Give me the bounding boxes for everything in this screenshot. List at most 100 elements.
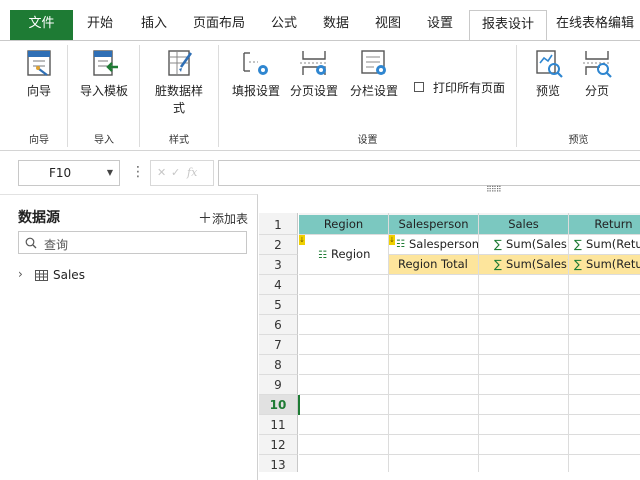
list-field-icon: ☷ [318,250,327,261]
paging-preview-label: 分页 [584,84,609,98]
search-input[interactable]: 查询 [18,231,247,254]
tab-report-design[interactable]: 报表设计 [469,10,547,41]
cancel-icon[interactable]: ✕ [157,166,166,179]
row-header-2[interactable]: 2 [259,235,298,255]
preview-label: 预览 [535,84,560,98]
chevron-right-icon[interactable]: › [18,267,23,281]
row-header-8[interactable]: 8 [259,355,298,375]
wizard-label: 向导 [26,84,51,98]
function-icon[interactable]: fx [187,166,197,179]
cell-d2-text: Sum(Return) [586,237,640,251]
cell-c3-text: Sum(Sales) [506,257,569,271]
spreadsheet-app: 文件 开始 插入 页面布局 公式 数据 视图 设置 报表设计 在线表格编辑 向导… [0,0,640,480]
ribbon-tabs: 文件 开始 插入 页面布局 公式 数据 视图 设置 报表设计 在线表格编辑 [0,0,640,41]
ribbon: 向导 向导 导入模板 导入 脏数据样 式 样式 填报设置 分页设置 分栏设置 打… [0,40,640,151]
tab-insert[interactable]: 插入 [130,10,178,40]
row-header-10[interactable]: 10 [259,395,298,415]
row-header-5[interactable]: 5 [259,295,298,315]
print-all-pages-checkbox[interactable] [414,82,424,92]
sum-icon: ∑ [494,257,502,271]
tree-item-sales[interactable]: › Sales [18,267,138,285]
column-settings-button[interactable]: 分栏设置 [347,47,401,100]
row-header-9[interactable]: 9 [259,375,298,395]
dirty-data-style-label-1: 脏数据样 [154,84,203,98]
cell-c3[interactable]: ∑ Sum(Sales) [479,255,569,275]
name-box-value: F10 [49,166,72,180]
dirty-data-style-label-2: 式 [172,101,185,115]
row-header-7[interactable]: 7 [259,335,298,355]
import-template-icon [93,50,118,76]
import-template-button[interactable]: 导入模板 [74,47,134,100]
formula-actions: ✕ ✓ fx [150,160,214,186]
tab-page-layout[interactable]: 页面布局 [186,10,252,40]
expand-down-icon: ↓ [299,235,305,245]
row-header-3[interactable]: 3 [259,255,298,275]
more-vertical-icon[interactable]: ⋮ [131,162,145,182]
column-settings-label: 分栏设置 [349,84,398,98]
paging-settings-button[interactable]: 分页设置 [287,47,341,100]
cell-b1[interactable]: Salesperson [389,215,479,235]
fill-settings-icon [243,52,268,75]
tab-settings[interactable]: 设置 [418,10,462,40]
row-header-6[interactable]: 6 [259,315,298,335]
cell-d3[interactable]: ∑ Sum(Return) [569,255,640,275]
tab-file[interactable]: 文件 [10,10,73,40]
plus-icon: ＋ [198,211,212,227]
row-header-11[interactable]: 11 [259,415,298,435]
resize-grip-icon[interactable]: ⠿⠿⠿ [486,185,502,194]
cell-b3-text: Region Total [398,257,468,271]
group-label-style: 样式 [169,135,189,146]
preview-icon [536,50,563,78]
tab-data[interactable]: 数据 [314,10,358,40]
tree-item-label: Sales [53,268,85,282]
dirty-data-style-icon [168,50,193,76]
cell-a2-text: Region [331,247,371,261]
dirty-data-style-button[interactable]: 脏数据样 式 [152,47,206,117]
horizontal-scrollbar[interactable] [259,472,640,480]
cell-c2[interactable]: ∑ Sum(Sales) [479,235,569,255]
fill-settings-label: 填报设置 [231,84,280,98]
tab-formulas[interactable]: 公式 [262,10,306,40]
sum-icon: ∑ [574,257,582,271]
wizard-button[interactable]: 向导 [14,47,64,100]
row-header-1[interactable]: 1 [259,215,298,235]
cell-b3[interactable]: Region Total [389,255,479,275]
table-icon [35,270,48,281]
group-style: 脏数据样 式 样式 [140,41,218,151]
expand-down-icon: ↓ [389,235,395,245]
paging-settings-icon [300,51,328,75]
row-header-4[interactable]: 4 [259,275,298,295]
add-table-label: 添加表 [212,212,249,226]
name-box[interactable]: F10 ▼ [18,160,120,186]
active-cell-indicator [298,395,300,415]
add-table-button[interactable]: ＋添加表 [198,208,248,228]
group-label-settings: 设置 [357,135,378,146]
list-field-icon: ☷ [396,239,405,250]
confirm-icon[interactable]: ✓ [171,166,180,179]
print-all-pages-label[interactable]: 打印所有页面 [433,79,505,96]
formula-input[interactable] [218,160,640,186]
chevron-down-icon[interactable]: ▼ [107,168,113,177]
tab-home[interactable]: 开始 [76,10,124,40]
paging-settings-label: 分页设置 [289,84,338,98]
column-settings-icon [361,50,386,75]
preview-button[interactable]: 预览 [525,47,571,100]
sum-icon: ∑ [494,237,502,251]
cell-b2[interactable]: ↓ ☷ Salesperson [389,235,479,255]
tab-view[interactable]: 视图 [366,10,410,40]
fill-settings-button[interactable]: 填报设置 [229,47,283,100]
wizard-icon [27,50,51,76]
cell-d2[interactable]: ∑ Sum(Return) [569,235,640,255]
cell-a1[interactable]: Region [299,215,389,235]
datasource-panel: 数据源 ＋添加表 查询 › Sales [0,194,258,480]
panel-title: 数据源 [18,210,60,226]
cell-a2-merged[interactable]: ↓ ☷ Region [299,235,389,275]
spreadsheet-grid: A B C D 1 2 3 4 5 6 7 8 9 10 11 12 13 Re… [259,195,640,480]
tab-online-edit[interactable]: 在线表格编辑 [556,10,640,40]
cell-d1[interactable]: Return [569,215,640,235]
row-header-12[interactable]: 12 [259,435,298,455]
sum-icon: ∑ [574,237,582,251]
paging-preview-button[interactable]: 分页 [577,47,617,100]
cell-c1[interactable]: Sales [479,215,569,235]
cell-c2-text: Sum(Sales) [506,237,569,251]
